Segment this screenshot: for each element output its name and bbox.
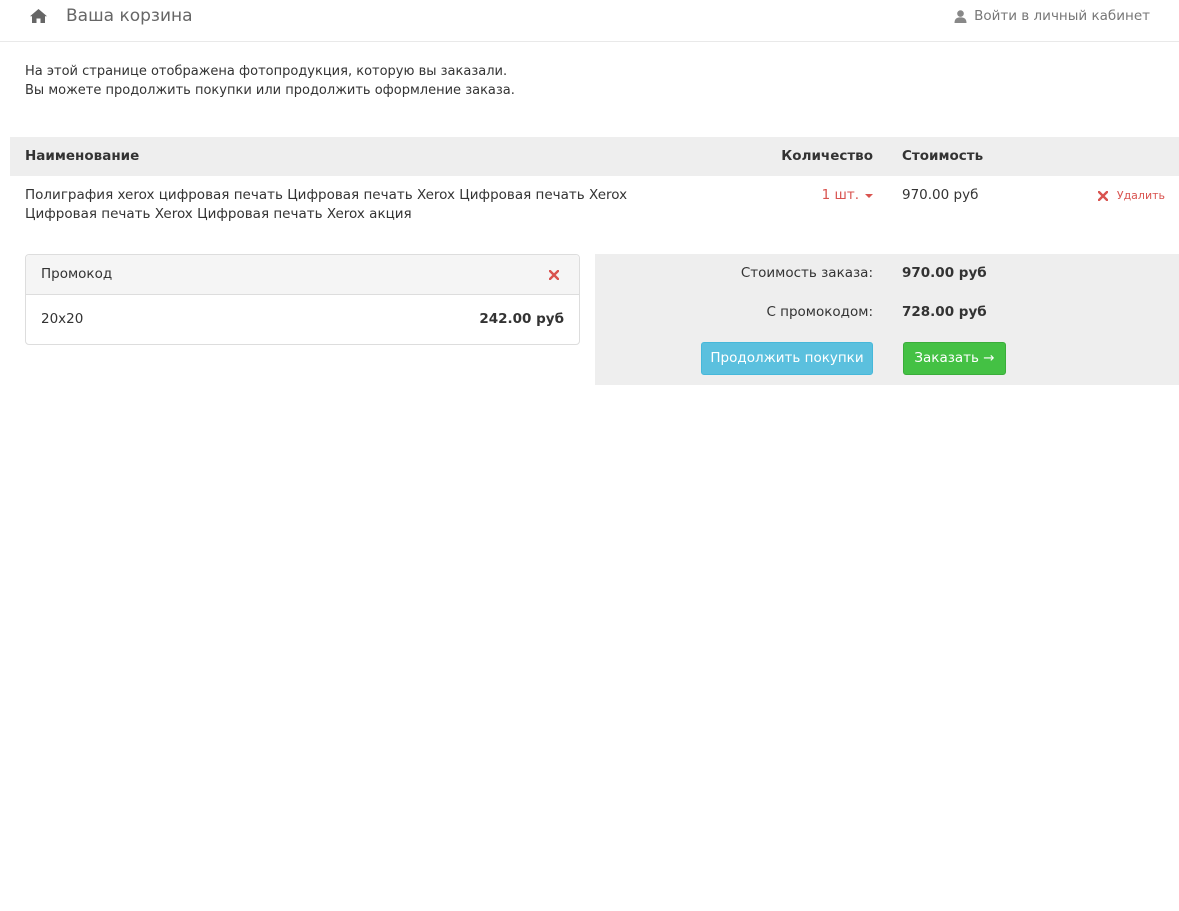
home-icon[interactable] [30,9,47,23]
continue-shopping-button[interactable]: Продолжить покупки [701,342,873,375]
login-link[interactable]: Войти в личный кабинет [954,8,1150,24]
with-promo-value: 728.00 руб [902,304,987,320]
with-promo-label: С промокодом: [766,304,873,320]
promo-title: Промокод [41,266,113,282]
promo-code: 20x20 [41,311,84,327]
caret-down-icon [865,193,873,198]
product-name-line-2: Цифровая печать Xerox Цифровая печать Xe… [25,206,412,222]
quantity-value: 1 шт. [821,187,859,203]
promo-panel: Промокод 20x20 242.00 руб [25,254,580,345]
delete-button[interactable]: Удалить [1097,189,1165,203]
order-cost-value: 970.00 руб [902,265,987,281]
place-order-button[interactable]: Заказать → [903,342,1006,375]
intro-line-2: Вы можете продолжить покупки или продолж… [25,82,515,98]
page-header: Ваша корзина Войти в личный кабинет [0,0,1179,42]
remove-promo-icon[interactable] [549,270,559,280]
close-icon [1097,191,1108,201]
product-name-line-1: Полиграфия xerox цифровая печать Цифрова… [25,187,628,203]
column-price-header: Стоимость [902,148,984,164]
page-title: Ваша корзина [66,6,193,26]
intro-text: На этой странице отображена фотопродукци… [25,63,515,100]
intro-line-1: На этой странице отображена фотопродукци… [25,64,508,79]
product-name: Полиграфия xerox цифровая печать Цифрова… [25,186,645,224]
order-cost-label: Стоимость заказа: [740,265,873,281]
user-icon [954,9,967,23]
quantity-dropdown[interactable]: 1 шт. [822,187,873,204]
promo-panel-header: Промокод [26,255,579,295]
table-row: Полиграфия xerox цифровая печать Цифрова… [10,176,1179,236]
column-name-header: Наименование [25,148,140,164]
login-label: Войти в личный кабинет [974,8,1150,24]
delete-label: Удалить [1116,189,1165,202]
promo-amount: 242.00 руб [479,311,564,327]
column-quantity-header: Количество [781,148,873,164]
order-summary: Стоимость заказа: 970.00 руб С промокодо… [595,254,1179,385]
cart-table-header: Наименование Количество Стоимость [10,137,1179,176]
product-price: 970.00 руб [902,187,979,203]
